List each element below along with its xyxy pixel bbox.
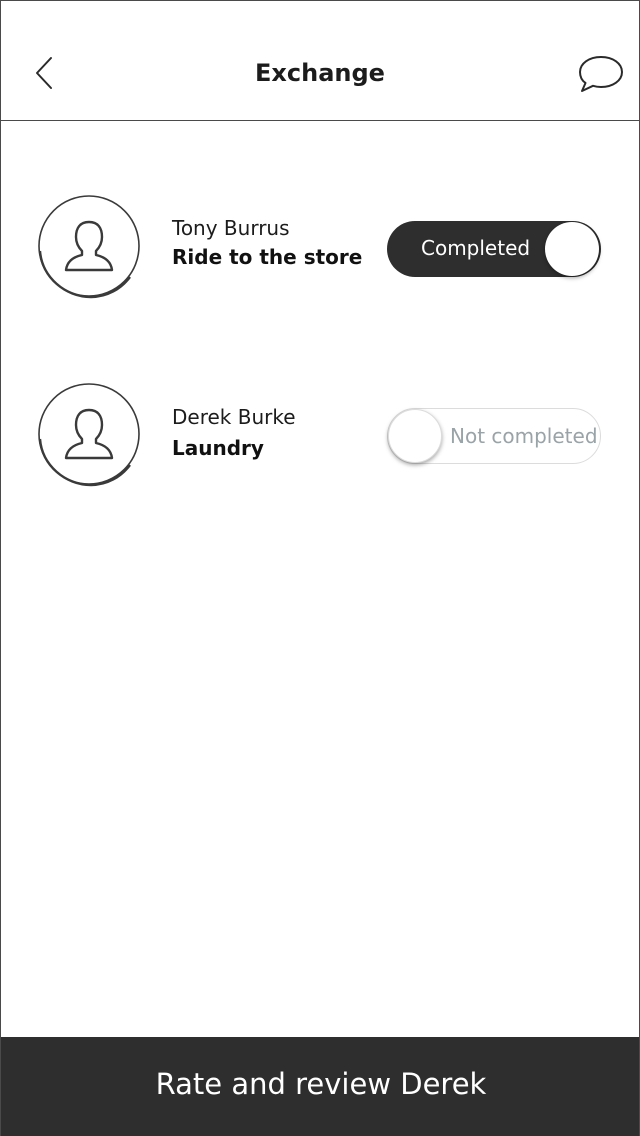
chat-button[interactable] — [575, 53, 627, 95]
toggle-knob[interactable] — [388, 409, 442, 463]
avatar — [35, 193, 141, 299]
user-icon — [38, 195, 140, 299]
exchange-row: Derek Burke Laundry Not completed — [1, 379, 639, 489]
status-toggle[interactable]: Completed — [387, 221, 601, 277]
speech-bubble-icon — [579, 56, 623, 92]
exchange-screen: Exchange Tony Burrus Ride to the store C… — [0, 0, 640, 1136]
header: Exchange — [1, 1, 639, 121]
task-title: Laundry — [172, 436, 264, 460]
person-name: Tony Burrus — [172, 216, 290, 240]
rate-and-review-button[interactable]: Rate and review Derek — [1, 1037, 639, 1136]
task-title: Ride to the store — [172, 245, 363, 269]
status-label: Not completed — [450, 424, 598, 448]
user-icon — [38, 383, 140, 487]
toggle-knob[interactable] — [545, 222, 599, 276]
avatar — [35, 381, 141, 487]
person-name: Derek Burke — [172, 405, 296, 429]
status-label: Completed — [421, 236, 531, 260]
exchange-row: Tony Burrus Ride to the store Completed — [1, 191, 639, 301]
status-toggle[interactable]: Not completed — [387, 408, 601, 464]
page-title: Exchange — [255, 59, 385, 87]
